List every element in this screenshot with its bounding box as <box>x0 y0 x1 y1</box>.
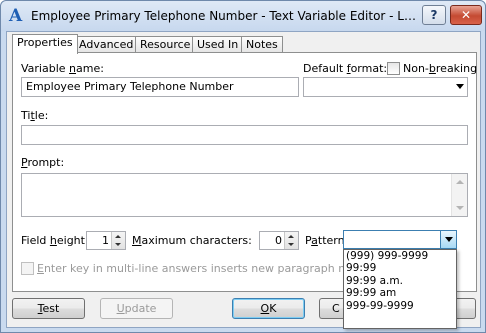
max-chars-value: 0 <box>275 234 282 247</box>
app-logo-icon: A <box>9 6 23 26</box>
max-chars-label: Maximum characters: <box>132 234 252 247</box>
tab-advanced[interactable]: Advanced <box>74 36 139 53</box>
pattern-dropdown-button[interactable] <box>440 231 456 248</box>
title-input[interactable] <box>21 125 468 145</box>
spin-down-icon[interactable] <box>115 243 121 246</box>
pattern-option[interactable]: 99:99 a.m. <box>344 275 456 287</box>
prompt-scrollbar[interactable] <box>451 174 467 216</box>
chevron-down-icon <box>445 237 453 242</box>
test-button[interactable]: Test <box>12 298 85 319</box>
prompt-label: Prompt: <box>21 156 65 169</box>
non-breaking-checkbox[interactable] <box>387 62 400 75</box>
pattern-option[interactable]: 99:99 <box>344 262 456 274</box>
variable-name-input[interactable]: Employee Primary Telephone Number <box>21 77 299 97</box>
help-dialog-button[interactable] <box>457 298 476 319</box>
cancel-button[interactable]: C <box>319 298 343 319</box>
field-height-value: 1 <box>102 234 109 247</box>
non-breaking-label: Non-breaking <box>403 62 478 75</box>
update-button[interactable]: Update <box>100 298 173 319</box>
spin-down-icon[interactable] <box>288 243 294 246</box>
spin-up-icon[interactable] <box>115 235 121 238</box>
default-format-label: Default format: <box>303 62 388 75</box>
field-height-spin-buttons[interactable] <box>111 232 125 249</box>
title-bar[interactable]: A Employee Primary Telephone Number - Te… <box>1 1 485 31</box>
tab-used-in[interactable]: Used In <box>192 36 244 53</box>
spin-up-icon[interactable] <box>288 235 294 238</box>
prompt-textarea[interactable] <box>21 173 468 217</box>
pattern-select[interactable] <box>343 230 457 249</box>
tab-properties[interactable]: Properties <box>12 34 78 54</box>
close-button[interactable]: ✕ <box>450 5 482 25</box>
field-height-label: Field height: <box>21 234 89 247</box>
tab-notes[interactable]: Notes <box>241 36 283 53</box>
max-chars-stepper[interactable]: 0 <box>259 231 299 250</box>
chevron-down-icon <box>456 84 464 89</box>
pattern-option[interactable]: (999) 999-9999 <box>344 250 456 262</box>
enter-key-checkbox[interactable] <box>21 262 34 275</box>
variable-name-label: Variable name: <box>21 62 104 75</box>
max-chars-spin-buttons[interactable] <box>284 232 298 249</box>
scroll-up-icon[interactable] <box>456 180 464 184</box>
default-format-select[interactable] <box>303 77 468 97</box>
dialog-window: A Employee Primary Telephone Number - Te… <box>0 0 486 333</box>
scroll-down-icon[interactable] <box>456 206 464 210</box>
tab-resource[interactable]: Resource <box>135 36 196 53</box>
window-title: Employee Primary Telephone Number - Text… <box>31 9 419 23</box>
title-label: Title: <box>21 109 49 122</box>
help-button[interactable]: ? <box>422 5 446 25</box>
pattern-option[interactable]: 99:99 am <box>344 287 456 299</box>
pattern-label: Pattern: <box>305 234 349 247</box>
enter-key-label: Enter key in multi-line answers inserts … <box>37 262 386 275</box>
pattern-option[interactable]: 999-99-9999 <box>344 300 456 312</box>
ok-button[interactable]: OK <box>232 298 305 319</box>
dialog-client: Properties Advanced Resource Used In Not… <box>6 31 481 329</box>
field-height-stepper[interactable]: 1 <box>86 231 126 250</box>
pattern-dropdown-list: (999) 999-9999 99:99 99:99 a.m. 99:99 am… <box>343 249 457 329</box>
